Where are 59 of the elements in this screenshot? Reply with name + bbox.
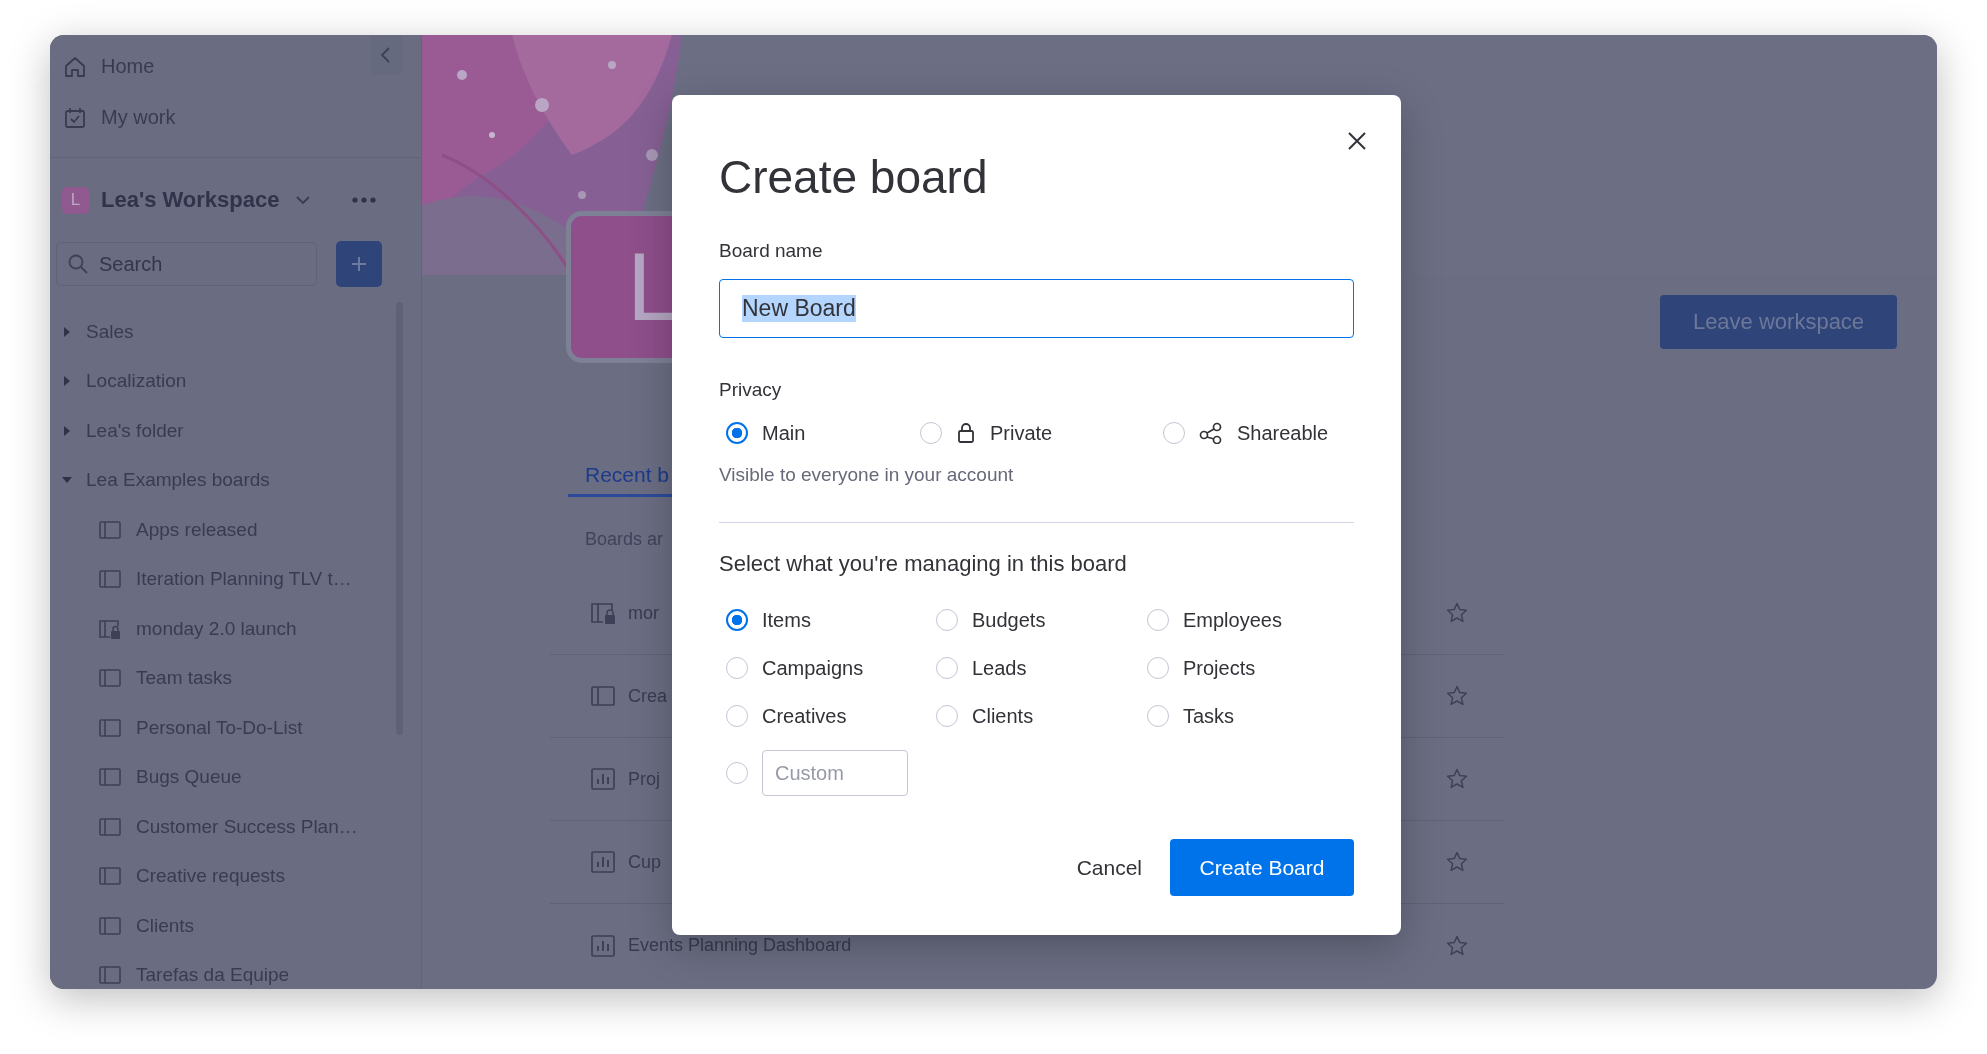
privacy-option[interactable]: Main [719,418,913,448]
chevron-down-icon[interactable] [295,194,312,206]
dialog-title: Create board [719,150,989,205]
board-icon [98,865,122,888]
close-icon [1347,131,1367,151]
custom-input-field[interactable]: Custom [762,750,908,796]
managing-option[interactable]: Tasks [1140,692,1354,740]
plus-icon [351,256,367,272]
chart-icon [590,850,616,874]
board-icon [98,914,122,937]
board-name-field[interactable]: New Board [719,279,1354,338]
star-icon[interactable] [1445,850,1469,874]
radio-button[interactable] [726,422,748,444]
star-icon[interactable] [1445,601,1469,625]
managing-option[interactable]: Items [719,596,929,644]
managing-option[interactable]: Leads [929,644,1140,692]
locked-board-icon [590,601,616,625]
managing-option[interactable]: Employees [1140,596,1354,644]
section-title: Select what you're managing in this board [719,550,1128,578]
cancel-button[interactable]: Cancel [1072,839,1146,896]
add-button[interactable] [336,241,382,287]
board-icon [98,716,122,739]
collapse-button[interactable] [370,35,402,75]
chart-icon [590,933,616,958]
privacy-hint: Visible to everyone in your account [719,463,1015,487]
managing-option[interactable]: Clients [929,692,1140,740]
workspace-name[interactable]: Lea's Workspace [101,187,280,213]
managing-option[interactable]: Projects [1140,644,1354,692]
privacy-option[interactable]: Shareable [1156,418,1354,448]
chart-icon [590,767,616,791]
managing-option[interactable]: Budgets [929,596,1140,644]
board-icon [590,684,616,708]
create-board-button[interactable]: Create Board [1170,839,1354,896]
board-icon [98,964,122,987]
managing-option[interactable]: Campaigns [719,644,929,692]
locked-board-icon [98,617,122,640]
board-icon [98,766,122,789]
board-icon [98,667,122,690]
field-label: Board name [719,239,824,263]
workspace-badge: L [62,186,89,214]
home-icon [63,54,87,79]
leave-workspace-button[interactable]: Leave workspace [1660,295,1897,349]
search-field[interactable]: Search [56,242,317,286]
lock-icon [956,422,976,444]
star-icon[interactable] [1445,684,1469,708]
star-icon[interactable] [1445,933,1469,958]
search-icon [67,253,89,275]
board-icon [98,568,122,591]
board-icon [98,518,122,541]
more-icon[interactable] [351,196,378,204]
privacy-label: Privacy [719,378,783,402]
board-icon [98,815,122,838]
privacy-option[interactable]: Private [913,418,1156,448]
chevron-left-icon [379,46,393,64]
star-icon[interactable] [1445,767,1469,791]
radio-button[interactable] [726,609,748,631]
share-icon [1199,422,1223,444]
calendar-check-icon [63,105,87,130]
managing-option[interactable]: Creatives [719,692,929,740]
